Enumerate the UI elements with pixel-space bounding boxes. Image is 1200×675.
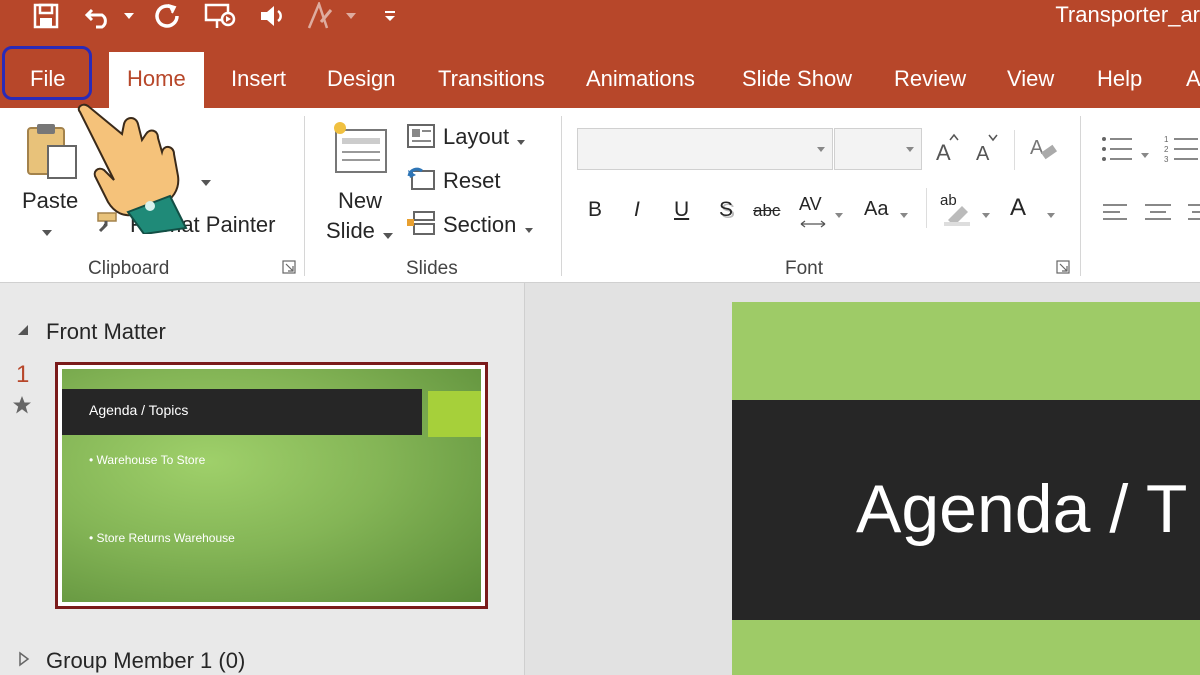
thumbnail-bullet: • Store Returns Warehouse bbox=[89, 531, 235, 545]
increase-font-icon[interactable]: A bbox=[934, 132, 960, 167]
svg-text:A: A bbox=[936, 140, 951, 162]
layout-button[interactable]: Layout bbox=[443, 124, 509, 150]
group-separator bbox=[304, 116, 305, 276]
tab-more[interactable]: A bbox=[1186, 50, 1200, 108]
tab-review[interactable]: Review bbox=[894, 50, 966, 108]
font-name-box[interactable] bbox=[577, 128, 833, 170]
tab-help[interactable]: Help bbox=[1097, 50, 1142, 108]
italic-button[interactable]: I bbox=[634, 198, 640, 222]
font-separator bbox=[926, 188, 927, 228]
new-slide-label-1[interactable]: New bbox=[338, 188, 382, 214]
change-case-button[interactable]: Aa bbox=[864, 198, 888, 221]
save-icon[interactable] bbox=[30, 0, 62, 32]
slides-group-label: Slides bbox=[406, 258, 458, 279]
tab-slide-show[interactable]: Slide Show bbox=[742, 50, 852, 108]
font-separator bbox=[1014, 130, 1015, 170]
undo-icon[interactable] bbox=[82, 0, 116, 32]
character-spacing-button[interactable]: AV bbox=[799, 194, 822, 215]
slide-title-bar: Agenda / T bbox=[732, 400, 1200, 620]
font-name-dropdown-icon[interactable] bbox=[816, 146, 826, 153]
slide-title[interactable]: Agenda / T bbox=[856, 470, 1187, 548]
bold-button[interactable]: B bbox=[588, 198, 602, 222]
numbering-icon[interactable]: 123 bbox=[1164, 134, 1200, 169]
section-group-member-1[interactable]: Group Member 1 (0) bbox=[46, 648, 245, 674]
font-size-dropdown-icon[interactable] bbox=[905, 146, 915, 153]
hand-pointer-icon bbox=[66, 94, 206, 239]
undo-dropdown-icon[interactable] bbox=[120, 0, 138, 32]
align-right-icon[interactable] bbox=[1188, 202, 1200, 227]
tab-transitions[interactable]: Transitions bbox=[438, 50, 545, 108]
underline-button[interactable]: U bbox=[674, 198, 689, 222]
speaker-icon[interactable] bbox=[256, 0, 290, 32]
clipboard-group-label: Clipboard bbox=[88, 258, 170, 279]
svg-text:A: A bbox=[1030, 137, 1044, 159]
customize-icon[interactable] bbox=[380, 0, 400, 32]
bullets-dropdown-icon[interactable] bbox=[1140, 146, 1150, 164]
animation-star-icon bbox=[12, 395, 32, 420]
section-dropdown-icon[interactable] bbox=[524, 221, 534, 239]
thumbnail-background: Agenda / Topics • Warehouse To Store • S… bbox=[62, 369, 481, 602]
font-color-dropdown-icon[interactable] bbox=[1046, 206, 1056, 224]
font-group-label: Font bbox=[785, 258, 824, 279]
section-front-matter[interactable]: Front Matter bbox=[46, 319, 166, 345]
tab-insert[interactable]: Insert bbox=[231, 50, 286, 108]
tab-animations[interactable]: Animations bbox=[586, 50, 695, 108]
slide-thumbnail[interactable]: Agenda / Topics • Warehouse To Store • S… bbox=[55, 362, 488, 609]
case-dropdown-icon[interactable] bbox=[899, 206, 909, 224]
new-slide-label-2[interactable]: Slide bbox=[326, 218, 375, 244]
clipboard-launcher-icon[interactable] bbox=[282, 260, 296, 279]
layout-icon[interactable] bbox=[406, 123, 436, 154]
group-separator bbox=[1080, 116, 1081, 276]
align-left-icon[interactable] bbox=[1102, 202, 1128, 227]
font-color-button[interactable]: A bbox=[1010, 194, 1026, 222]
tab-view[interactable]: View bbox=[1007, 50, 1054, 108]
new-slide-dropdown-icon[interactable] bbox=[382, 227, 394, 245]
tab-design[interactable]: Design bbox=[327, 50, 395, 108]
section-icon[interactable] bbox=[406, 210, 436, 241]
section-button[interactable]: Section bbox=[443, 212, 516, 238]
main-slide[interactable]: Agenda / T bbox=[732, 302, 1200, 675]
format-dropdown-icon[interactable] bbox=[342, 0, 360, 32]
paste-dropdown-icon[interactable] bbox=[41, 224, 53, 242]
spacing-dropdown-icon[interactable] bbox=[834, 206, 844, 224]
spacing-arrow-icon bbox=[799, 216, 827, 234]
title-bar: Transporter_ar bbox=[0, 0, 1200, 50]
slide-number: 1 bbox=[16, 361, 30, 388]
thumbnail-title-bar: Agenda / Topics bbox=[62, 389, 422, 435]
clear-formatting-icon[interactable]: A bbox=[1028, 132, 1060, 169]
section-expand-icon[interactable] bbox=[18, 651, 30, 672]
document-title: Transporter_ar bbox=[1055, 2, 1200, 27]
strikethrough-button[interactable]: abc bbox=[753, 201, 780, 221]
format-icon[interactable] bbox=[302, 0, 338, 32]
svg-text:2: 2 bbox=[1164, 145, 1169, 154]
font-launcher-icon[interactable] bbox=[1056, 260, 1070, 279]
file-tab-highlight bbox=[2, 46, 92, 100]
thumbnail-title: Agenda / Topics bbox=[89, 402, 189, 418]
section-collapse-icon[interactable] bbox=[16, 323, 30, 342]
align-center-icon[interactable] bbox=[1144, 202, 1172, 227]
new-slide-icon[interactable] bbox=[330, 120, 390, 181]
thumbnail-bullet: • Warehouse To Store bbox=[89, 453, 206, 467]
thumbnail-accent bbox=[428, 391, 481, 437]
bullets-icon[interactable] bbox=[1100, 134, 1134, 169]
highlight-dropdown-icon[interactable] bbox=[981, 206, 991, 224]
present-icon[interactable] bbox=[200, 0, 240, 32]
svg-text:1: 1 bbox=[1164, 135, 1169, 144]
group-separator bbox=[561, 116, 562, 276]
layout-dropdown-icon[interactable] bbox=[516, 133, 526, 151]
shadow-button[interactable]: S bbox=[719, 198, 733, 222]
svg-text:A: A bbox=[976, 143, 990, 162]
svg-text:3: 3 bbox=[1164, 155, 1169, 164]
font-size-box[interactable] bbox=[834, 128, 922, 170]
reset-icon[interactable] bbox=[406, 166, 436, 197]
decrease-font-icon[interactable]: A bbox=[974, 132, 1000, 167]
highlighter-icon bbox=[942, 204, 972, 231]
redo-icon[interactable] bbox=[150, 0, 184, 32]
reset-button[interactable]: Reset bbox=[443, 168, 500, 194]
